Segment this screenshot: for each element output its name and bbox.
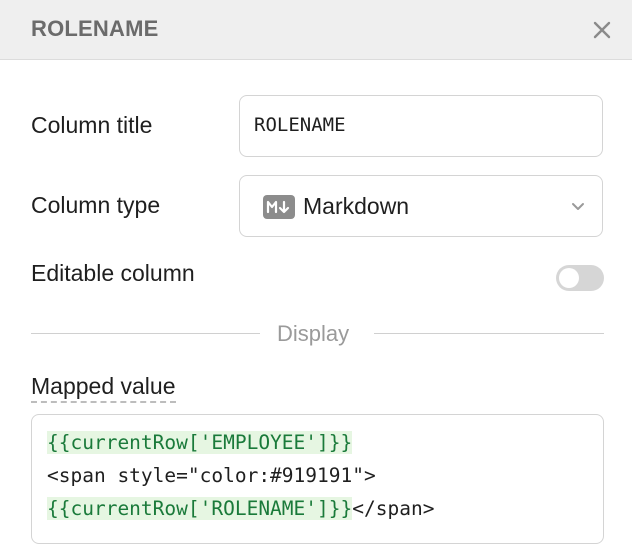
close-button[interactable]	[588, 16, 616, 44]
section-divider-label: Display	[277, 321, 350, 346]
editable-column-toggle[interactable]	[556, 265, 604, 291]
markdown-icon	[263, 195, 295, 219]
mapped-value-label: Mapped value	[31, 373, 176, 403]
column-title-field[interactable]	[239, 95, 603, 157]
close-icon	[593, 21, 611, 39]
column-type-label: Column type	[31, 192, 161, 218]
column-type-select[interactable]: Markdown	[239, 175, 603, 237]
divider-line-right	[374, 333, 604, 334]
code-expression-employee: {{currentRow['EMPLOYEE']}}	[47, 431, 353, 454]
divider-line-left	[31, 333, 260, 334]
code-line-3: {{currentRow['ROLENAME']}}</span>	[47, 495, 434, 523]
panel-title: ROLENAME	[31, 16, 159, 41]
column-title-label: Column title	[31, 112, 153, 138]
code-line-2: <span style="color:#919191">	[47, 464, 376, 487]
toggle-knob	[559, 268, 579, 288]
code-expression-rolename: {{currentRow['ROLENAME']}}	[47, 497, 353, 520]
chevron-down-icon	[572, 203, 584, 210]
code-closing-tag: </span>	[352, 497, 435, 520]
code-line-1: {{currentRow['EMPLOYEE']}}	[47, 429, 353, 457]
editable-column-label: Editable column	[31, 260, 195, 286]
panel-header: ROLENAME	[0, 0, 632, 60]
column-type-value: Markdown	[303, 193, 410, 219]
mapped-value-editor[interactable]: {{currentRow['EMPLOYEE']}} <span style="…	[31, 414, 604, 544]
column-title-input[interactable]	[254, 114, 584, 136]
